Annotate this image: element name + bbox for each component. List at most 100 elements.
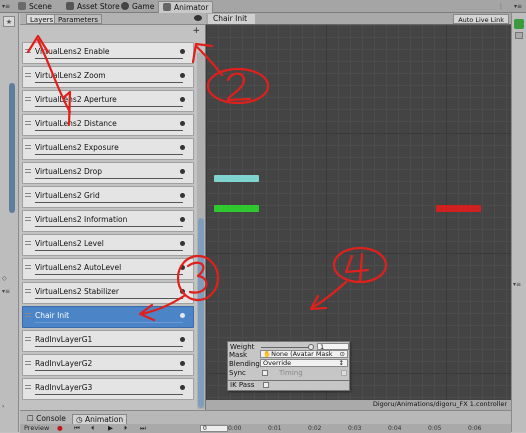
layers-scrollbar[interactable] (197, 53, 205, 409)
tab-parameters[interactable]: Parameters (54, 14, 103, 24)
layer-settings-icon[interactable] (180, 217, 185, 222)
exit-node[interactable] (436, 205, 481, 212)
animator-icon (163, 3, 171, 11)
layer-settings-icon[interactable] (180, 121, 185, 126)
timing-checkbox[interactable] (341, 370, 347, 376)
layer-settings-icon[interactable] (180, 145, 185, 150)
layer-item[interactable]: VirtualLens2 Stabilizer (22, 282, 194, 304)
window-menu-icon[interactable]: ▾≡ (2, 3, 10, 10)
layer-name: RadInvLayerG3 (35, 383, 93, 392)
green-status-icon[interactable] (514, 19, 524, 29)
layer-settings-icon[interactable] (180, 49, 185, 54)
layer-item[interactable]: Chair Init (22, 306, 194, 328)
add-layer-button[interactable]: + (192, 26, 200, 36)
layer-name: VirtualLens2 Stabilizer (35, 287, 119, 296)
layer-settings-icon[interactable] (180, 361, 185, 366)
favorite-star-icon[interactable]: ★ (3, 16, 15, 27)
drag-handle-icon[interactable] (25, 361, 31, 365)
drag-handle-icon[interactable] (25, 121, 31, 125)
tab-animation[interactable]: ◷ Animation (72, 414, 128, 424)
tab-asset-store[interactable]: Asset Store (62, 1, 124, 13)
layer-item[interactable]: VirtualLens2 Aperture (22, 90, 194, 112)
collapse-icon[interactable]: ◇ (2, 275, 7, 282)
auto-live-link-button[interactable]: Auto Live Link (453, 14, 509, 24)
frame-input[interactable]: 0 (200, 425, 228, 432)
layer-item[interactable]: VirtualLens2 Distance (22, 114, 194, 136)
drag-handle-icon[interactable] (25, 265, 31, 269)
drag-handle-icon[interactable] (25, 49, 31, 53)
drag-handle-icon[interactable] (25, 217, 31, 221)
entry-node[interactable] (214, 205, 259, 212)
tab-scene[interactable]: Scene (14, 1, 56, 13)
panel-toggle-icon[interactable] (515, 32, 523, 39)
mask-field[interactable]: ✋None (Avatar Mask ⊙ (260, 350, 348, 358)
object-picker-icon[interactable]: ⊙ (340, 351, 345, 357)
state-node[interactable] (214, 175, 259, 182)
tab-animator[interactable]: Animator (158, 1, 214, 13)
layer-weight-bar (35, 130, 183, 131)
layer-weight-bar (35, 202, 183, 203)
tab-game[interactable]: Game (117, 1, 158, 13)
layer-settings-icon[interactable] (180, 289, 185, 294)
drag-handle-icon[interactable] (25, 73, 31, 77)
layer-item[interactable]: VirtualLens2 Information (22, 210, 194, 232)
drag-handle-icon[interactable] (25, 169, 31, 173)
layer-item[interactable]: RadInvLayerG2 (22, 354, 194, 376)
drag-handle-icon[interactable] (25, 241, 31, 245)
layer-settings-icon[interactable] (180, 73, 185, 78)
layer-weight-bar (35, 58, 183, 59)
mask-label: Mask (229, 351, 248, 359)
drag-handle-icon[interactable] (25, 193, 31, 197)
layer-weight-bar (35, 370, 183, 371)
layer-item[interactable]: VirtualLens2 Drop (22, 162, 194, 184)
layer-item[interactable]: VirtualLens2 Exposure (22, 138, 194, 160)
drag-handle-icon[interactable] (25, 385, 31, 389)
layer-name: VirtualLens2 Exposure (35, 143, 119, 152)
layer-weight-bar (35, 154, 183, 155)
drag-handle-icon[interactable] (25, 145, 31, 149)
layer-settings-icon[interactable] (180, 169, 185, 174)
layer-item[interactable]: RadInvLayerG1 (22, 330, 194, 352)
layer-item[interactable]: VirtualLens2 Zoom (22, 66, 194, 88)
window-tab-bar: ▾≡ Scene Asset Store Game Animator ⋮ ▾≡ (0, 0, 526, 13)
layer-settings-icon[interactable] (180, 313, 185, 318)
layer-name: Chair Init (35, 311, 70, 320)
layer-settings-icon[interactable] (180, 337, 185, 342)
layers-scrollbar-thumb[interactable] (198, 218, 204, 408)
layer-item[interactable]: VirtualLens2 Grid (22, 186, 194, 208)
window-menu-icon-right-lower[interactable]: ▾≡ (513, 281, 521, 288)
expand-arrow-icon[interactable]: › (2, 403, 4, 410)
drag-handle-icon[interactable] (25, 337, 31, 341)
eye-icon[interactable] (194, 15, 202, 21)
layer-item[interactable]: RadInvLayerG3 (22, 378, 194, 400)
store-icon (66, 2, 74, 10)
layer-name: VirtualLens2 Level (35, 239, 104, 248)
drag-handle-icon[interactable] (25, 97, 31, 101)
scene-icon (18, 2, 26, 10)
layer-settings-icon[interactable] (180, 241, 185, 246)
layers-subtabs: Layers Parameters (20, 13, 206, 25)
left-side-panel: ★ ◇ ▾≡ › (0, 13, 19, 432)
tab-layers[interactable]: Layers (26, 14, 58, 24)
layer-weight-bar (35, 250, 183, 251)
window-menu-icon-left[interactable]: ▾≡ (2, 288, 10, 295)
layer-item[interactable]: VirtualLens2 Enable (22, 42, 194, 64)
drag-handle-icon[interactable] (25, 289, 31, 293)
sync-checkbox[interactable] (262, 370, 268, 376)
blending-dropdown[interactable]: Override ↕ (260, 359, 348, 367)
more-options-icon[interactable]: ⋮ (498, 3, 504, 10)
window-menu-icon-right[interactable]: ▾≡ (514, 3, 522, 10)
layer-item[interactable]: VirtualLens2 AutoLevel (22, 258, 194, 280)
tab-console[interactable]: ☐ Console (24, 414, 69, 424)
breadcrumb-item[interactable]: Chair Init (208, 14, 256, 24)
drag-handle-icon[interactable] (25, 313, 31, 317)
layer-weight-bar (35, 274, 183, 275)
left-scrollbar[interactable] (9, 83, 15, 213)
layer-settings-icon[interactable] (180, 385, 185, 390)
layer-item[interactable]: VirtualLens2 Level (22, 234, 194, 256)
layer-settings-icon[interactable] (180, 97, 185, 102)
layer-settings-icon[interactable] (180, 265, 185, 270)
layer-weight-bar (35, 322, 183, 323)
ik-pass-checkbox[interactable] (263, 382, 269, 388)
layer-settings-icon[interactable] (180, 193, 185, 198)
